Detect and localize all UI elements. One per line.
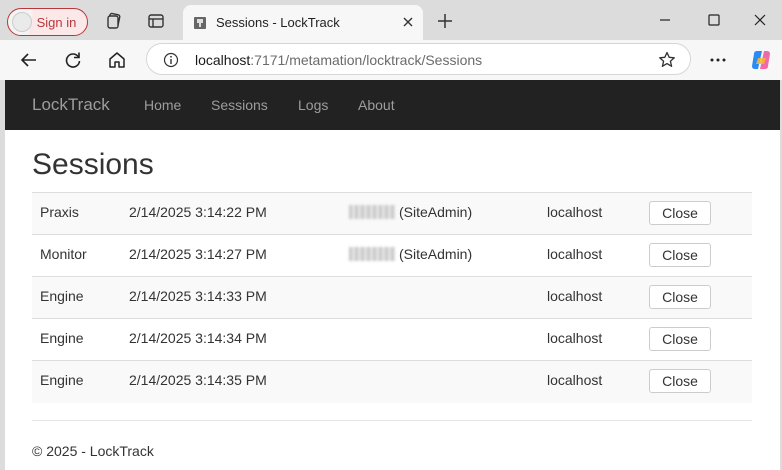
profile-avatar-icon [12, 12, 32, 32]
new-tab-icon[interactable] [436, 12, 454, 30]
back-arrow-icon[interactable] [19, 50, 39, 70]
host-cell: localhost [547, 372, 603, 388]
address-bar[interactable]: localhost:7171/metamation/locktrack/Sess… [146, 43, 691, 75]
site-navbar: LockTrack Home Sessions Logs About [5, 80, 780, 130]
started-cell: 2/14/2025 3:14:27 PM [129, 246, 267, 262]
sign-in-label: Sign in [36, 14, 77, 30]
nav-link-about[interactable]: About [358, 97, 395, 113]
home-icon[interactable] [107, 50, 127, 70]
redacted-username [349, 247, 395, 261]
site-info-icon[interactable] [163, 52, 179, 68]
user-cell: (SiteAdmin) [349, 246, 472, 262]
host-cell: localhost [547, 246, 603, 262]
started-cell: 2/14/2025 3:14:22 PM [129, 204, 267, 220]
maximize-icon[interactable] [704, 10, 724, 30]
started-cell: 2/14/2025 3:14:35 PM [129, 372, 267, 388]
close-tab-icon[interactable] [400, 14, 416, 30]
table-row: Engine 2/14/2025 3:14:34 PM localhost Cl… [32, 319, 752, 361]
redacted-username [349, 205, 395, 219]
footer-divider [32, 420, 752, 421]
browser-toolbar: localhost:7171/metamation/locktrack/Sess… [0, 40, 782, 80]
user-role: (SiteAdmin) [399, 246, 473, 262]
nav-link-logs[interactable]: Logs [298, 97, 328, 113]
process-cell: Engine [40, 372, 84, 388]
started-cell: 2/14/2025 3:14:33 PM [129, 288, 267, 304]
host-cell: localhost [547, 204, 603, 220]
close-session-button[interactable]: Close [649, 327, 711, 351]
table-row: Engine 2/14/2025 3:14:35 PM localhost Cl… [32, 361, 752, 403]
user-cell: (SiteAdmin) [349, 204, 472, 220]
close-window-icon[interactable] [750, 10, 770, 30]
copilot-icon[interactable] [749, 48, 773, 72]
more-options-icon[interactable] [708, 50, 728, 70]
url-host: localhost [195, 52, 251, 68]
close-session-button[interactable]: Close [649, 201, 711, 225]
tab-title: Sessions - LockTrack [216, 15, 340, 30]
user-role: (SiteAdmin) [399, 204, 473, 220]
close-session-button[interactable]: Close [649, 285, 711, 309]
brand-link[interactable]: LockTrack [32, 95, 110, 115]
process-cell: Engine [40, 330, 84, 346]
workspaces-icon[interactable] [105, 12, 123, 30]
page-title: Sessions [32, 148, 154, 181]
page-viewport: LockTrack Home Sessions Logs About Sessi… [5, 80, 780, 470]
nav-link-sessions[interactable]: Sessions [211, 97, 268, 113]
url-text: localhost:7171/metamation/locktrack/Sess… [195, 52, 482, 68]
refresh-icon[interactable] [63, 50, 83, 70]
browser-tab-strip: Sign in Sessions - LockTrack [0, 0, 782, 40]
table-row: Monitor 2/14/2025 3:14:27 PM (SiteAdmin)… [32, 235, 752, 277]
process-cell: Praxis [40, 204, 79, 220]
table-row: Praxis 2/14/2025 3:14:22 PM (SiteAdmin) … [32, 193, 752, 235]
table-row: Engine 2/14/2025 3:14:33 PM localhost Cl… [32, 277, 752, 319]
tab-actions-icon[interactable] [147, 12, 165, 30]
process-cell: Monitor [40, 246, 87, 262]
url-path: :7171/metamation/locktrack/Sessions [250, 52, 483, 68]
process-cell: Engine [40, 288, 84, 304]
started-cell: 2/14/2025 3:14:34 PM [129, 330, 267, 346]
sign-in-button[interactable]: Sign in [7, 8, 88, 36]
sessions-table: Praxis 2/14/2025 3:14:22 PM (SiteAdmin) … [32, 192, 752, 403]
page-favicon-icon [194, 16, 206, 29]
close-session-button[interactable]: Close [649, 369, 711, 393]
host-cell: localhost [547, 330, 603, 346]
nav-link-home[interactable]: Home [144, 97, 181, 113]
host-cell: localhost [547, 288, 603, 304]
favorite-star-icon[interactable] [657, 50, 677, 70]
footer-text: © 2025 - LockTrack [32, 443, 154, 459]
minimize-icon[interactable] [655, 10, 675, 30]
tab-sessions[interactable]: Sessions - LockTrack [183, 5, 423, 40]
close-session-button[interactable]: Close [649, 243, 711, 267]
